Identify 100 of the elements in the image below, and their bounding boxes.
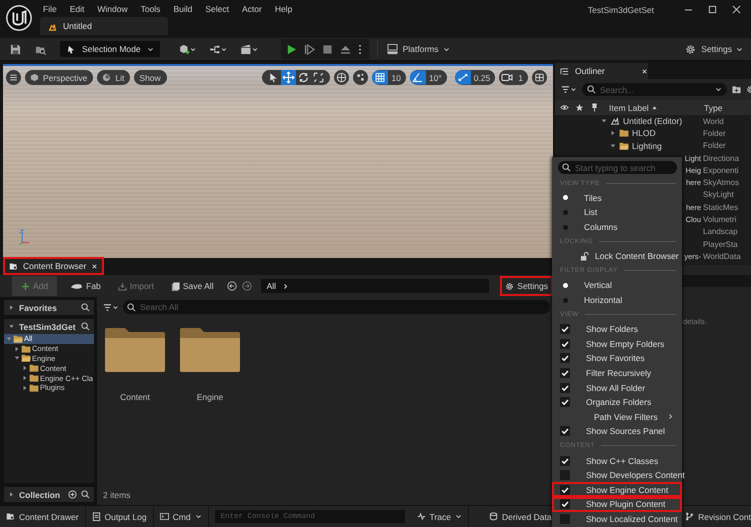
selection-mode-dropdown[interactable]: Selection Mode (60, 41, 160, 57)
expand-arrow-icon[interactable] (8, 304, 15, 311)
search-icon[interactable] (81, 490, 90, 499)
eject-icon[interactable] (340, 44, 351, 54)
add-actor-icon[interactable] (178, 44, 197, 54)
save-all-button[interactable]: Save All (166, 276, 218, 296)
filter-icon[interactable] (561, 85, 577, 94)
surface-snap-icon[interactable] (353, 70, 368, 85)
radio-dot[interactable] (563, 210, 568, 215)
maximize-icon[interactable] (708, 5, 717, 14)
save-icon[interactable] (10, 44, 21, 54)
menu-radio-item[interactable]: Horizontal (552, 292, 682, 308)
layout-icon[interactable] (532, 70, 547, 85)
search-input[interactable]: Search All (140, 302, 550, 312)
grid-snap-icon[interactable] (372, 70, 388, 85)
pin-icon[interactable] (590, 103, 599, 112)
content-drawer-button[interactable]: Content Drawer (0, 506, 86, 527)
menu-checkbox-item[interactable]: Show Engine Content (552, 482, 682, 498)
menu-checkbox-item[interactable]: Organize Folders (552, 394, 682, 410)
menu-search-field[interactable]: Start typing to search (558, 161, 677, 174)
clapperboard-icon[interactable] (240, 44, 259, 54)
checkbox[interactable] (560, 368, 570, 378)
close-icon[interactable] (732, 5, 741, 14)
expand-arrow-icon[interactable] (610, 130, 616, 136)
move-icon[interactable] (281, 70, 296, 85)
expand-arrow-icon[interactable] (14, 346, 20, 352)
star-icon[interactable] (575, 103, 584, 112)
blueprint-icon[interactable] (208, 44, 228, 54)
search-field[interactable]: Search... (582, 83, 727, 96)
expand-arrow-icon[interactable] (8, 491, 15, 498)
outliner-item-label[interactable]: HLOD (632, 128, 656, 138)
menu-checkbox-item[interactable]: Show All Folder (552, 380, 682, 395)
checkbox[interactable] (560, 353, 570, 364)
menu-checkbox-item[interactable]: Filter Recursively (552, 366, 682, 380)
close-icon[interactable] (91, 262, 98, 270)
new-folder-icon[interactable] (732, 85, 741, 94)
stop-icon[interactable] (322, 44, 333, 54)
camera-speed-button[interactable]: 1 (499, 70, 528, 85)
add-circle-icon[interactable] (68, 490, 77, 499)
menu-item[interactable]: Window (95, 4, 139, 14)
outliner-item-label[interactable]: Untitled (Editor) (623, 116, 682, 126)
menu-item[interactable]: Actor (240, 4, 273, 14)
viewport-scene[interactable]: Perspective Lit Show 10 10° 0.25 1 (3, 64, 553, 258)
checkbox[interactable] (560, 470, 570, 480)
scale-snap-toggle[interactable]: 0.25 (454, 70, 496, 85)
checkbox[interactable] (560, 338, 570, 349)
outliner-item-label[interactable]: Lighting (632, 140, 662, 151)
menu-checkbox-item[interactable]: Show Folders (552, 322, 682, 337)
content-browser-tab[interactable]: Content Browser (3, 257, 104, 275)
expand-arrow-icon[interactable] (8, 323, 15, 330)
menu-checkbox-item[interactable]: Show Favorites (552, 351, 682, 366)
menu-item[interactable]: Tools (138, 4, 172, 14)
menu-item[interactable]: Lock Content Browser (552, 248, 682, 264)
perspective-button[interactable]: Perspective (25, 70, 94, 85)
play-icon[interactable] (286, 44, 297, 54)
forward-icon[interactable] (242, 281, 252, 291)
radio-dot[interactable] (563, 298, 568, 303)
expand-arrow-icon[interactable] (610, 142, 616, 149)
project-header[interactable]: TestSim3dGet (4, 319, 94, 334)
trace-button[interactable]: Trace (410, 506, 469, 527)
checkbox[interactable] (560, 514, 570, 524)
show-button[interactable]: Show (134, 70, 167, 85)
search-field[interactable]: Search All (123, 300, 550, 314)
checkbox[interactable] (560, 456, 570, 466)
checkbox[interactable] (560, 324, 570, 334)
revision-control-button[interactable]: Revision Cont (679, 506, 751, 527)
grid-snap-toggle[interactable]: 10 (372, 70, 406, 85)
platforms-button[interactable]: Platforms (386, 44, 450, 54)
eye-icon[interactable] (560, 103, 569, 112)
menu-radio-item[interactable]: List (552, 205, 682, 220)
menu-item[interactable]: File (41, 4, 68, 14)
cmd-dropdown[interactable]: Cmd (154, 506, 209, 527)
column-header[interactable]: Item Label (609, 102, 704, 112)
search-input[interactable]: Start typing to search (575, 162, 677, 172)
menu-icon[interactable] (6, 70, 21, 85)
search-icon[interactable] (81, 322, 90, 331)
folder-icon[interactable] (180, 328, 240, 372)
globe-icon[interactable] (334, 70, 350, 85)
filter-icon[interactable] (103, 302, 119, 312)
menu-item[interactable]: Build (171, 4, 204, 14)
logo-icon[interactable] (5, 4, 33, 32)
back-icon[interactable] (226, 281, 237, 291)
level-tab[interactable]: Untitled (40, 17, 168, 35)
path-bar[interactable]: All (260, 279, 490, 293)
menu-radio-item[interactable]: Tiles (552, 190, 682, 206)
checkbox[interactable] (560, 397, 570, 408)
expand-arrow-icon[interactable] (601, 118, 607, 124)
angle-snap-icon[interactable] (410, 70, 426, 85)
path-crumb[interactable]: All (266, 281, 276, 291)
radio-dot[interactable] (563, 282, 568, 288)
expand-arrow-icon[interactable] (14, 355, 20, 362)
checkbox[interactable] (560, 382, 570, 393)
expand-arrow-icon[interactable] (22, 365, 28, 372)
checkbox[interactable] (560, 499, 570, 510)
scale-snap-icon[interactable] (454, 70, 471, 85)
menu-item[interactable]: Help (272, 4, 304, 14)
column-header[interactable]: Type (704, 102, 751, 112)
folder-icon[interactable] (105, 328, 165, 372)
expand-arrow-icon[interactable] (22, 384, 28, 391)
checkbox[interactable] (560, 426, 570, 436)
